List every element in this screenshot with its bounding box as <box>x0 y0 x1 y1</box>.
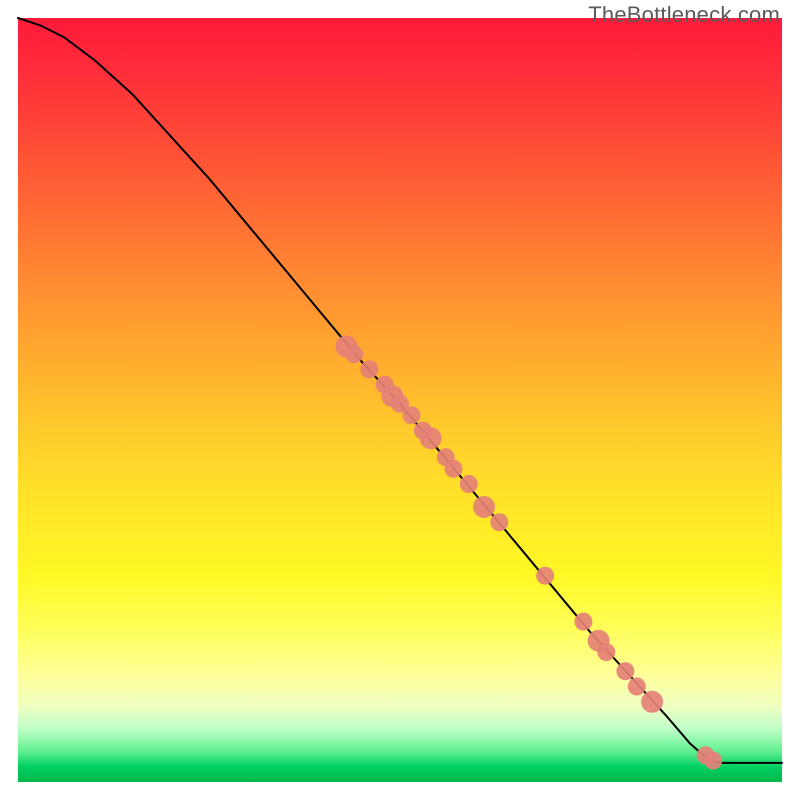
watermark-text: TheBottleneck.com <box>588 2 780 28</box>
chart-canvas: TheBottleneck.com <box>0 0 800 800</box>
gradient-background <box>18 18 782 782</box>
